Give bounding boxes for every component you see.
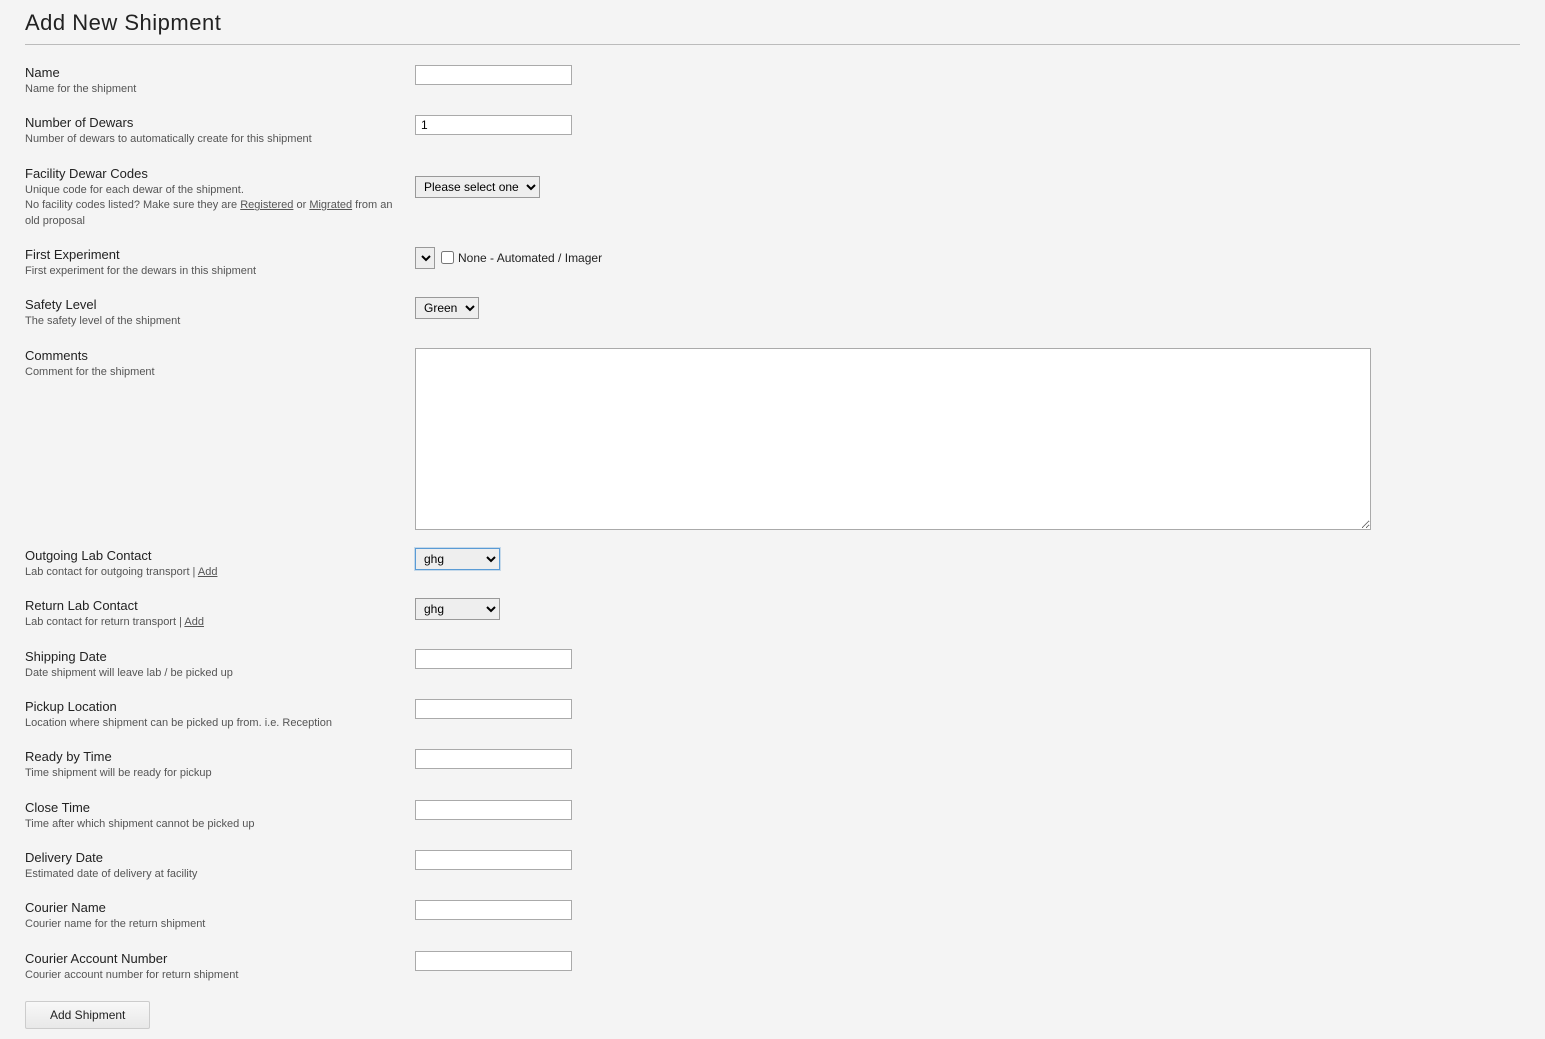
row-shipping-date: Shipping Date Date shipment will leave l… xyxy=(25,649,1520,681)
desc-courier-account: Courier account number for return shipme… xyxy=(25,968,395,983)
desc-facility-or: or xyxy=(293,199,309,211)
ready-by-input[interactable] xyxy=(415,749,572,769)
link-add-outgoing[interactable]: Add xyxy=(198,566,218,578)
desc-pickup-location: Location where shipment can be picked up… xyxy=(25,716,395,731)
desc-outgoing-prefix: Lab contact for outgoing transport | xyxy=(25,566,198,578)
courier-name-input[interactable] xyxy=(415,900,572,920)
label-num-dewars: Number of Dewars xyxy=(25,115,395,130)
row-return-contact: Return Lab Contact Lab contact for retur… xyxy=(25,598,1520,630)
page-title: Add New Shipment xyxy=(25,10,1520,36)
label-shipping-date: Shipping Date xyxy=(25,649,395,664)
first-experiment-select[interactable] xyxy=(415,247,435,269)
row-ready-by: Ready by Time Time shipment will be read… xyxy=(25,749,1520,781)
desc-first-experiment: First experiment for the dewars in this … xyxy=(25,264,395,279)
desc-name: Name for the shipment xyxy=(25,82,395,97)
label-close-time: Close Time xyxy=(25,800,395,815)
pickup-location-input[interactable] xyxy=(415,699,572,719)
row-delivery-date: Delivery Date Estimated date of delivery… xyxy=(25,850,1520,882)
row-close-time: Close Time Time after which shipment can… xyxy=(25,800,1520,832)
link-add-return[interactable]: Add xyxy=(184,616,204,628)
desc-facility-prefix: Unique code for each dewar of the shipme… xyxy=(25,184,244,196)
desc-return-prefix: Lab contact for return transport | xyxy=(25,616,184,628)
first-experiment-none-text: None - Automated / Imager xyxy=(458,251,602,265)
label-courier-account: Courier Account Number xyxy=(25,951,395,966)
first-experiment-none-checkbox[interactable] xyxy=(441,251,454,264)
label-name: Name xyxy=(25,65,395,80)
divider xyxy=(25,44,1520,45)
row-courier-name: Courier Name Courier name for the return… xyxy=(25,900,1520,932)
outgoing-contact-select[interactable]: ghg xyxy=(415,548,500,570)
close-time-input[interactable] xyxy=(415,800,572,820)
desc-return-contact: Lab contact for return transport | Add xyxy=(25,615,395,630)
row-name: Name Name for the shipment xyxy=(25,65,1520,97)
return-contact-select[interactable]: ghg xyxy=(415,598,500,620)
safety-level-select[interactable]: Green xyxy=(415,297,479,319)
num-dewars-input[interactable] xyxy=(415,115,572,135)
label-ready-by: Ready by Time xyxy=(25,749,395,764)
desc-ready-by: Time shipment will be ready for pickup xyxy=(25,766,395,781)
desc-courier-name: Courier name for the return shipment xyxy=(25,917,395,932)
desc-outgoing-contact: Lab contact for outgoing transport | Add xyxy=(25,565,395,580)
row-facility-codes: Facility Dewar Codes Unique code for eac… xyxy=(25,166,1520,229)
desc-shipping-date: Date shipment will leave lab / be picked… xyxy=(25,666,395,681)
comments-textarea[interactable] xyxy=(415,348,1371,530)
row-safety-level: Safety Level The safety level of the shi… xyxy=(25,297,1520,329)
label-comments: Comments xyxy=(25,348,395,363)
label-pickup-location: Pickup Location xyxy=(25,699,395,714)
label-return-contact: Return Lab Contact xyxy=(25,598,395,613)
desc-safety-level: The safety level of the shipment xyxy=(25,314,395,329)
desc-facility-line2a: No facility codes listed? Make sure they… xyxy=(25,199,240,211)
delivery-date-input[interactable] xyxy=(415,850,572,870)
link-migrated[interactable]: Migrated xyxy=(309,199,352,211)
facility-codes-select[interactable]: Please select one xyxy=(415,176,540,198)
courier-account-input[interactable] xyxy=(415,951,572,971)
shipping-date-input[interactable] xyxy=(415,649,572,669)
desc-close-time: Time after which shipment cannot be pick… xyxy=(25,817,395,832)
row-comments: Comments Comment for the shipment xyxy=(25,348,1520,530)
desc-facility-codes: Unique code for each dewar of the shipme… xyxy=(25,183,395,229)
label-safety-level: Safety Level xyxy=(25,297,395,312)
first-experiment-none-label[interactable]: None - Automated / Imager xyxy=(441,251,602,265)
row-num-dewars: Number of Dewars Number of dewars to aut… xyxy=(25,115,1520,147)
name-input[interactable] xyxy=(415,65,572,85)
label-courier-name: Courier Name xyxy=(25,900,395,915)
row-first-experiment: First Experiment First experiment for th… xyxy=(25,247,1520,279)
label-first-experiment: First Experiment xyxy=(25,247,395,262)
label-outgoing-contact: Outgoing Lab Contact xyxy=(25,548,395,563)
label-delivery-date: Delivery Date xyxy=(25,850,395,865)
label-facility-codes: Facility Dewar Codes xyxy=(25,166,395,181)
row-courier-account: Courier Account Number Courier account n… xyxy=(25,951,1520,983)
add-shipment-button[interactable]: Add Shipment xyxy=(25,1001,150,1029)
desc-comments: Comment for the shipment xyxy=(25,365,395,380)
row-pickup-location: Pickup Location Location where shipment … xyxy=(25,699,1520,731)
link-registered[interactable]: Registered xyxy=(240,199,293,211)
desc-num-dewars: Number of dewars to automatically create… xyxy=(25,132,395,147)
desc-delivery-date: Estimated date of delivery at facility xyxy=(25,867,395,882)
row-outgoing-contact: Outgoing Lab Contact Lab contact for out… xyxy=(25,548,1520,580)
